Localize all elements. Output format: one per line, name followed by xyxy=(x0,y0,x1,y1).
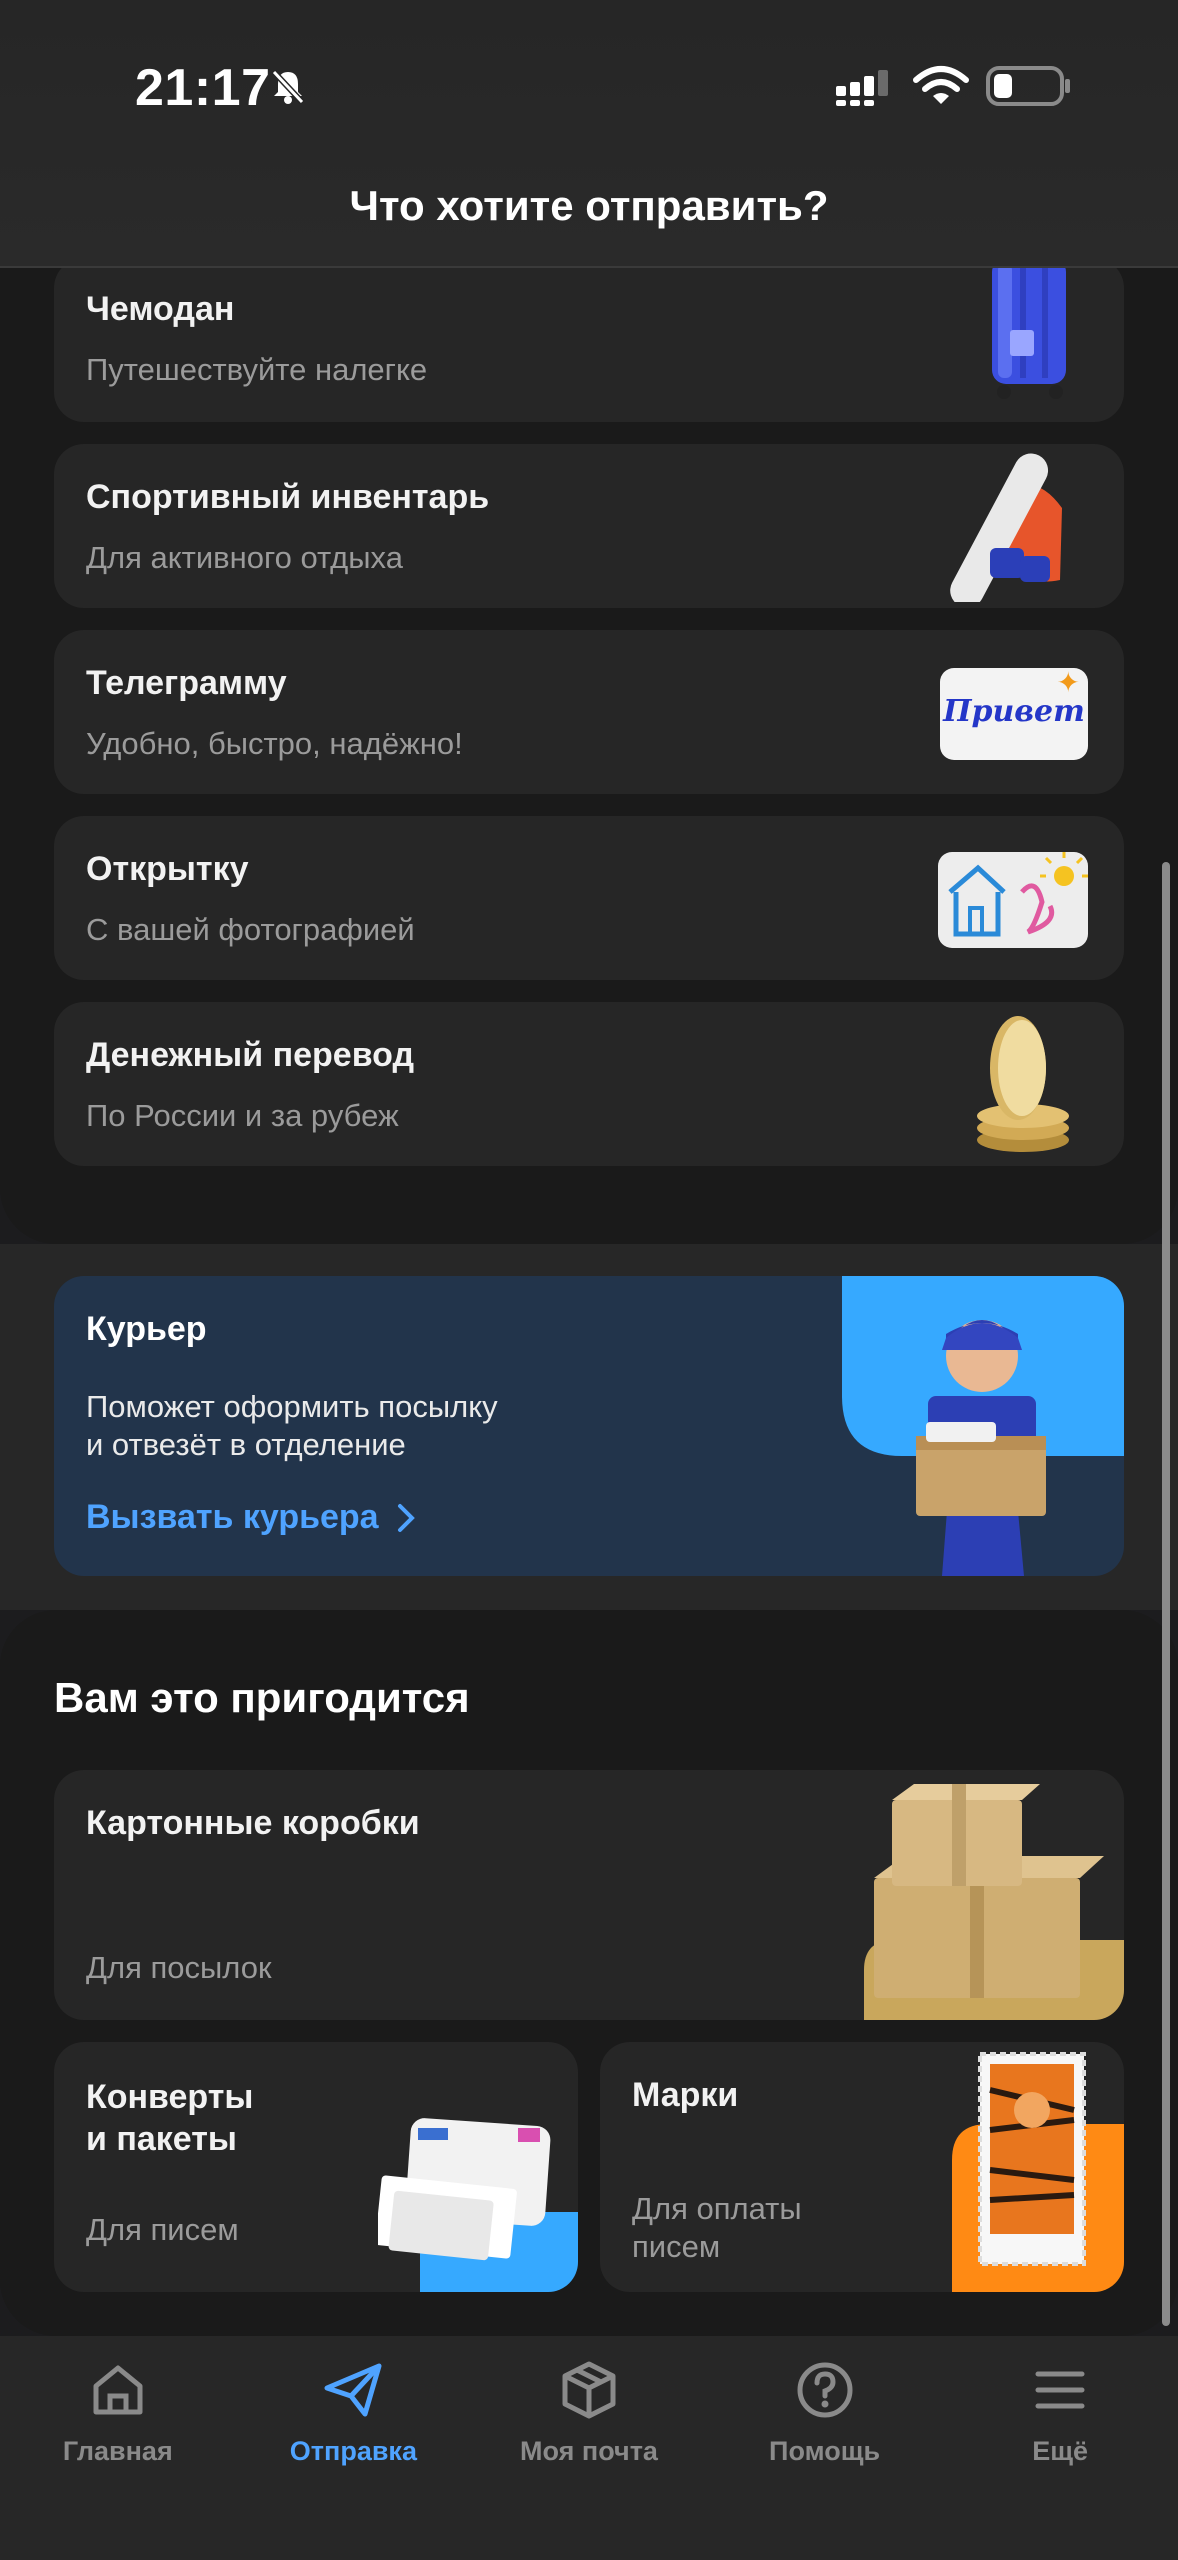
boxes-icon xyxy=(864,1784,1124,2020)
item-money-transfer[interactable]: Денежный перевод По России и за рубеж xyxy=(54,1002,1124,1166)
chevron-right-icon xyxy=(397,1503,415,1532)
boxes-title: Картонные коробки xyxy=(86,1804,420,1842)
menu-icon xyxy=(1035,2371,1085,2409)
item-telegram[interactable]: Телеграмму Удобно, быстро, надёжно! Прив… xyxy=(54,630,1124,794)
item-subtitle: По России и за рубеж xyxy=(86,1098,399,1133)
page-title: Что хотите отправить? xyxy=(349,182,829,229)
package-icon xyxy=(562,2361,616,2419)
nav-home-label: Главная xyxy=(62,2436,173,2466)
cardboard-boxes-card[interactable]: Картонные коробки Для посылок xyxy=(54,1770,1124,2020)
item-suitcase[interactable]: Чемодан Путешествуйте налегке xyxy=(54,258,1124,422)
home-icon xyxy=(93,2365,143,2415)
scrollbar[interactable] xyxy=(1162,862,1170,2326)
courier-description: Поможет оформить посылку и отвезёт в отд… xyxy=(86,1388,498,1464)
envelopes-card[interactable]: Конверты и пакеты Для писем xyxy=(54,2042,578,2292)
courier-person-illustration xyxy=(842,1276,1124,1576)
nav-send[interactable]: Отправка xyxy=(253,2336,453,2560)
stamps-subtitle-line1: Для оплаты xyxy=(632,2191,802,2226)
item-subtitle: Удобно, быстро, надёжно! xyxy=(86,726,463,761)
bottom-navigation: Главная Отправка Моя почта Помощь Ещё xyxy=(0,2336,1178,2560)
bell-muted-icon xyxy=(271,69,305,105)
stamps-subtitle: Для оплаты писем xyxy=(632,2190,802,2266)
item-title: Денежный перевод xyxy=(86,1036,415,1074)
boxes-subtitle: Для посылок xyxy=(86,1950,272,1985)
item-title: Спортивный инвентарь xyxy=(86,478,490,516)
item-postcard[interactable]: Открытку С вашей фотографией xyxy=(54,816,1124,980)
nav-help-label: Помощь xyxy=(769,2436,881,2466)
send-icon xyxy=(324,2363,382,2417)
item-subtitle: С вашей фотографией xyxy=(86,912,415,947)
call-courier-label: Вызвать курьера xyxy=(86,1498,379,1536)
call-courier-link[interactable]: Вызвать курьера xyxy=(86,1498,415,1537)
envelopes-title-line1: Конверты xyxy=(86,2078,254,2116)
envelopes-title: Конверты и пакеты xyxy=(86,2076,253,2160)
envelopes-title-line2: и пакеты xyxy=(86,2120,237,2158)
nav-more[interactable]: Ещё xyxy=(960,2336,1160,2560)
sparkle-icon: ✦ xyxy=(1056,667,1080,698)
item-title: Телеграмму xyxy=(86,664,287,702)
stamps-title: Марки xyxy=(632,2076,739,2114)
envelopes-icon xyxy=(378,2118,578,2292)
nav-send-label: Отправка xyxy=(289,2436,417,2466)
nav-help[interactable]: Помощь xyxy=(725,2336,925,2560)
postcard-icon xyxy=(938,852,1088,948)
courier-title: Курьер xyxy=(86,1310,207,1348)
courier-description-line2: и отвезёт в отделение xyxy=(86,1427,406,1462)
stamps-subtitle-line2: писем xyxy=(632,2229,721,2264)
cellular-signal-icon xyxy=(836,70,888,106)
top-bar: 21:17 Что хотите отправить? xyxy=(0,0,1178,268)
item-subtitle: Для активного отдыха xyxy=(86,540,403,575)
nav-my-mail[interactable]: Моя почта xyxy=(489,2336,689,2560)
useful-section: Вам это пригодится Картонные коробки Для… xyxy=(0,1610,1178,2336)
nav-more-label: Ещё xyxy=(1032,2436,1089,2466)
coins-icon xyxy=(977,1016,1069,1152)
item-title: Открытку xyxy=(86,850,249,888)
battery-icon xyxy=(986,66,1070,106)
courier-description-line1: Поможет оформить посылку xyxy=(86,1389,498,1424)
suitcase-icon xyxy=(992,258,1066,399)
stamp-tiger-icon xyxy=(952,2052,1124,2292)
snowboard-icon xyxy=(950,453,1062,602)
nav-my-mail-label: Моя почта xyxy=(520,2436,658,2466)
nav-home[interactable]: Главная xyxy=(18,2336,218,2560)
stamps-card[interactable]: Марки Для оплаты писем xyxy=(600,2042,1124,2292)
item-subtitle: Путешествуйте налегке xyxy=(86,352,428,387)
envelopes-subtitle: Для писем xyxy=(86,2212,239,2247)
telegram-thumb-text: Привет xyxy=(943,694,1085,729)
item-sports[interactable]: Спортивный инвентарь Для активного отдых… xyxy=(54,444,1124,608)
courier-card[interactable]: Курьер Поможет оформить посылку и отвезё… xyxy=(54,1276,1124,1576)
telegram-card-icon: Привет ✦ xyxy=(940,667,1088,760)
item-title: Чемодан xyxy=(86,290,235,328)
help-icon xyxy=(797,2362,853,2418)
status-time: 21:17 xyxy=(135,59,271,117)
wifi-icon xyxy=(913,66,969,104)
section-heading: Вам это пригодится xyxy=(54,1674,470,1721)
